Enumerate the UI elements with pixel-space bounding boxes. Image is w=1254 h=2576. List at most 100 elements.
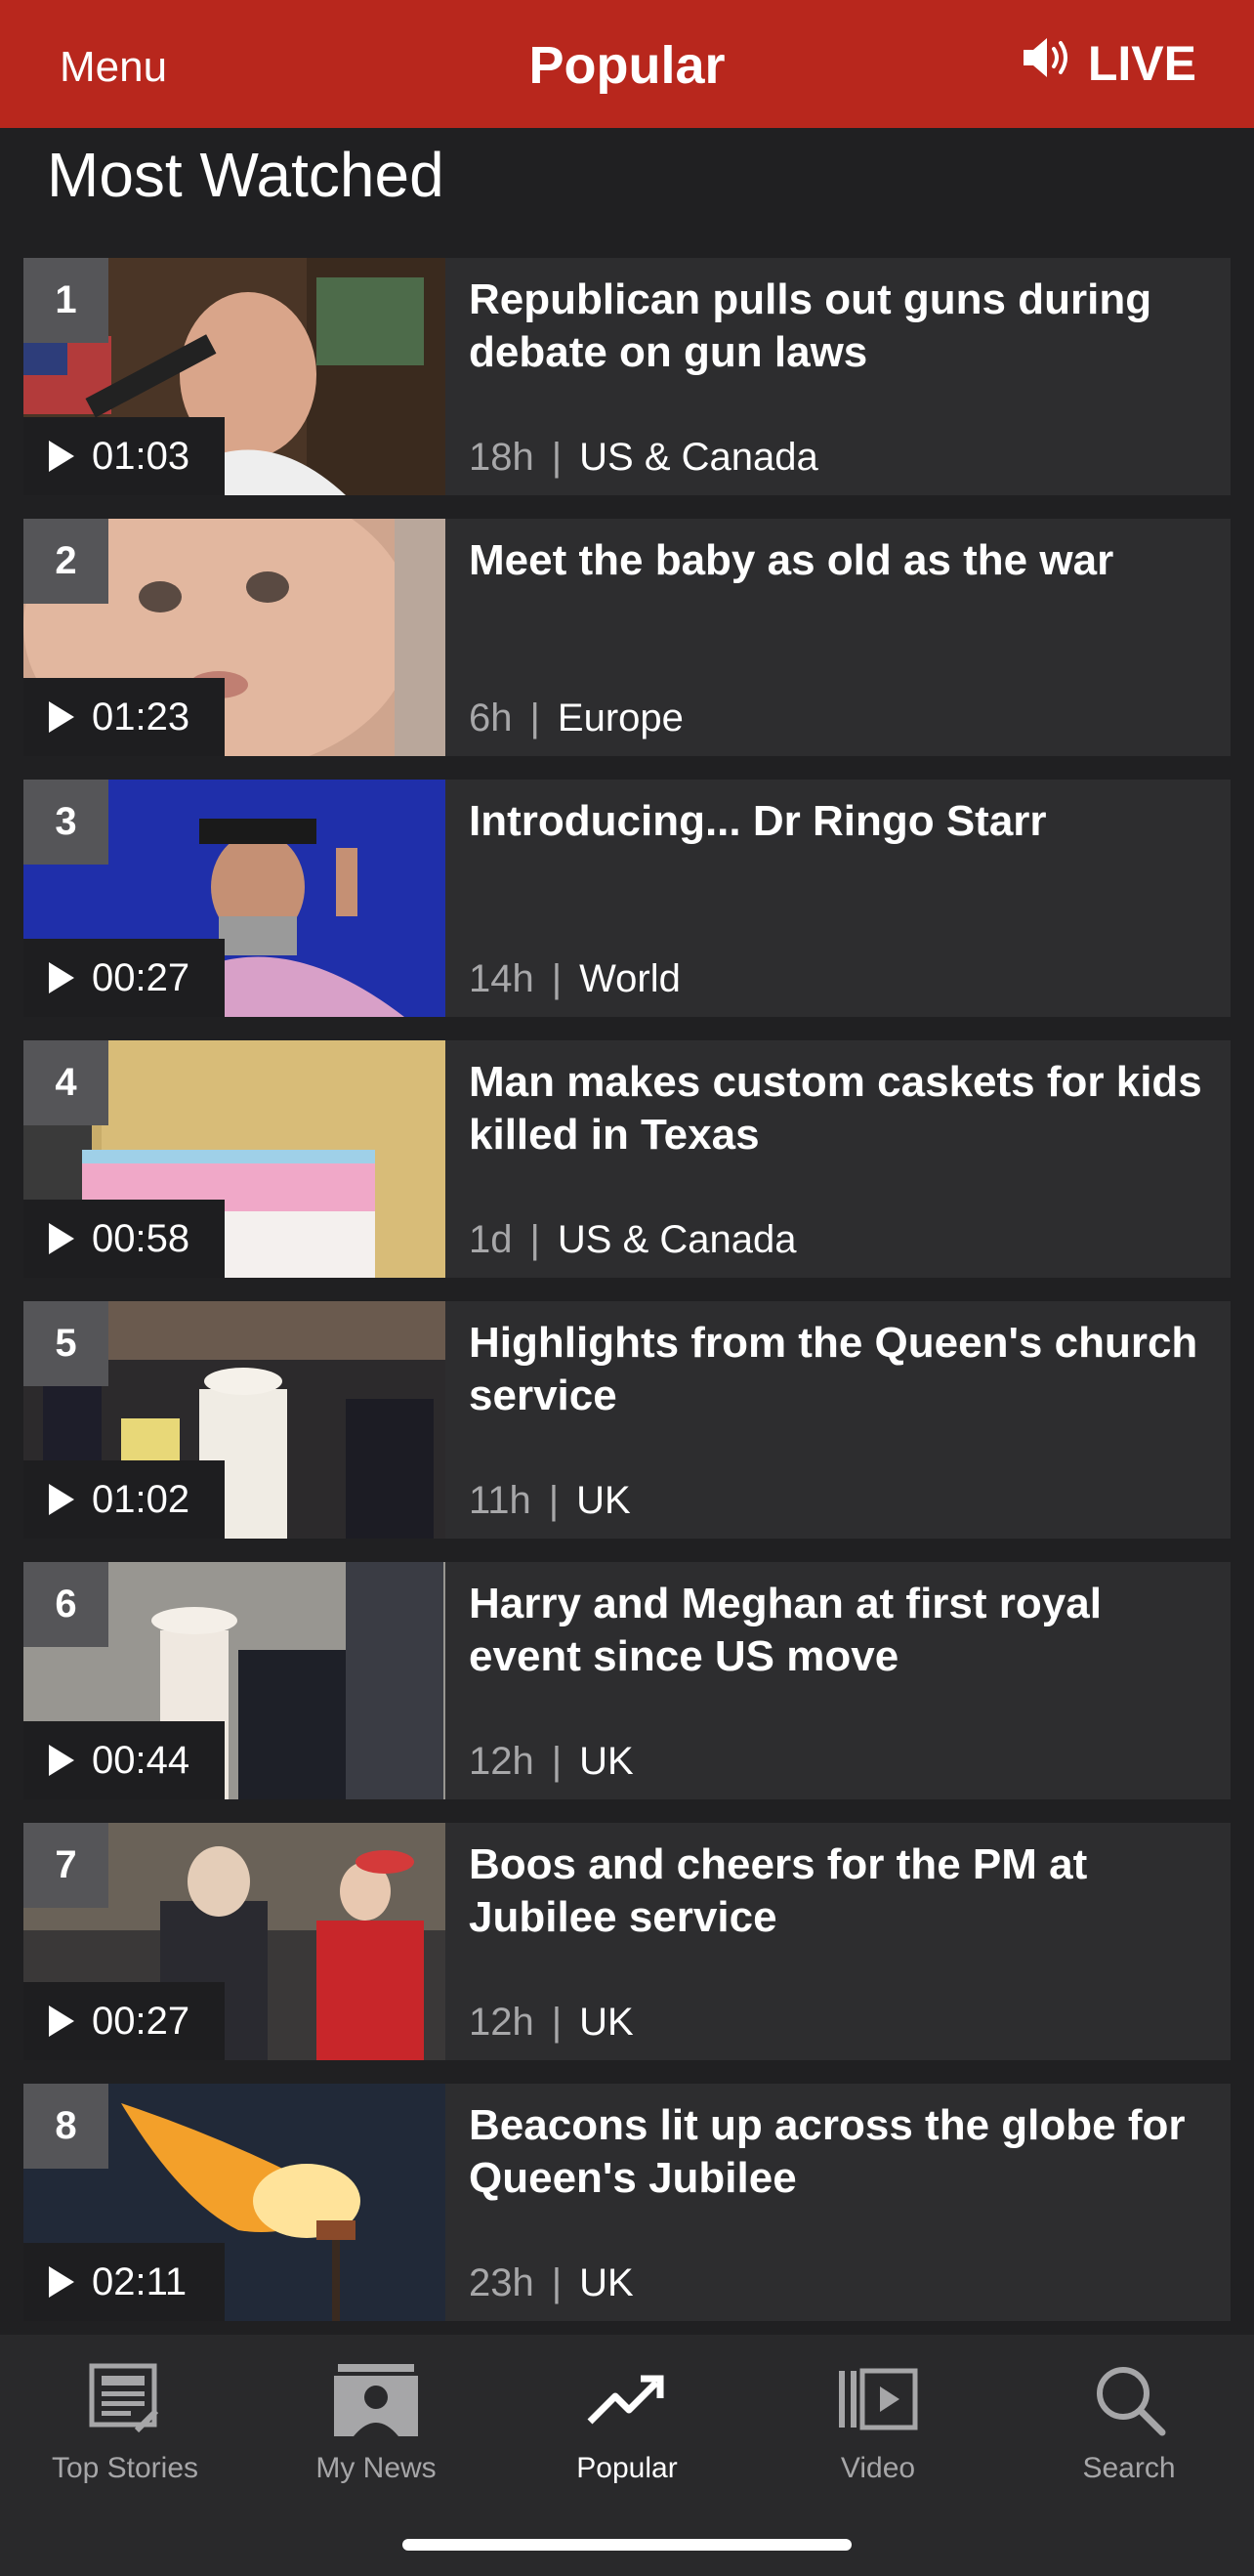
my-news-icon [251, 2354, 501, 2444]
duration-text: 01:03 [92, 434, 190, 478]
duration-badge: 00:58 [23, 1200, 225, 1278]
duration-badge: 00:44 [23, 1721, 225, 1799]
tab-label: Search [1082, 2452, 1176, 2484]
tab-label: My News [315, 2452, 437, 2484]
search-icon [1004, 2354, 1254, 2444]
video-age: 18h [469, 436, 534, 479]
duration-badge: 01:03 [23, 417, 225, 495]
duration-text: 00:27 [92, 955, 190, 999]
video-headline[interactable]: Introducing... Dr Ringo Starr [469, 795, 1211, 848]
video-item[interactable]: 8 02:11 Beacons lit up across the globe … [23, 2084, 1231, 2321]
rank-badge: 5 [23, 1301, 108, 1386]
video-thumbnail[interactable]: 3 00:27 [23, 780, 445, 1017]
video-thumbnail[interactable]: 1 01:03 [23, 258, 445, 495]
video-category: Europe [557, 697, 684, 739]
meta-separator: | [551, 2261, 563, 2304]
video-age: 14h [469, 957, 534, 1000]
duration-badge: 01:02 [23, 1460, 225, 1539]
video-age: 12h [469, 2001, 534, 2044]
video-item[interactable]: 7 00:27 Boos and cheers for the PM at Ju… [23, 1823, 1231, 2060]
rank-badge: 8 [23, 2084, 108, 2169]
video-meta: 6h | Europe [469, 697, 684, 740]
video-age: 12h [469, 1740, 534, 1783]
duration-text: 00:44 [92, 1738, 190, 1782]
video-headline[interactable]: Highlights from the Queen's church servi… [469, 1317, 1211, 1422]
video-headline[interactable]: Meet the baby as old as the war [469, 534, 1211, 587]
duration-text: 00:27 [92, 1999, 190, 2043]
play-icon [49, 701, 74, 733]
video-headline[interactable]: Harry and Meghan at first royal event si… [469, 1578, 1211, 1683]
video-icon [753, 2354, 1003, 2444]
rank-badge: 1 [23, 258, 108, 343]
meta-separator: | [551, 1740, 563, 1783]
play-icon [49, 1745, 74, 1776]
video-age: 11h [469, 1479, 531, 1522]
video-headline[interactable]: Beacons lit up across the globe for Quee… [469, 2099, 1211, 2205]
tab-label: Popular [576, 2452, 678, 2484]
top-bar: Menu Popular LIVE [0, 0, 1254, 128]
newspaper-icon [0, 2354, 250, 2444]
video-meta: 23h | UK [469, 2261, 634, 2305]
duration-badge: 02:11 [23, 2243, 225, 2321]
video-item[interactable]: 6 00:44 Harry and Meghan at first royal … [23, 1562, 1231, 1799]
video-thumbnail[interactable]: 4 00:58 [23, 1040, 445, 1278]
video-item[interactable]: 5 01:02 Highlights from the Queen's chur… [23, 1301, 1231, 1539]
tab-search[interactable]: Search [1004, 2354, 1254, 2485]
video-meta: 12h | UK [469, 2001, 634, 2045]
video-category: UK [579, 2261, 634, 2304]
tab-my-news[interactable]: My News [251, 2354, 501, 2485]
video-age: 1d [469, 1218, 513, 1261]
rank-badge: 6 [23, 1562, 108, 1647]
tab-popular[interactable]: Popular [502, 2354, 752, 2485]
video-category: World [579, 957, 681, 1000]
video-meta: 18h | US & Canada [469, 436, 818, 480]
home-indicator[interactable] [402, 2539, 852, 2551]
video-headline[interactable]: Man makes custom caskets for kids killed… [469, 1056, 1211, 1161]
video-age: 23h [469, 2261, 534, 2304]
play-icon [49, 962, 74, 993]
video-thumbnail[interactable]: 8 02:11 [23, 2084, 445, 2321]
meta-separator: | [529, 697, 540, 739]
video-item[interactable]: 3 00:27 Introducing... Dr Ringo Starr 14… [23, 780, 1231, 1017]
tab-label: Video [840, 2452, 916, 2484]
play-icon [49, 2006, 74, 2037]
video-item[interactable]: 1 01:03 Republican pulls out guns during… [23, 258, 1231, 495]
meta-separator: | [529, 1218, 540, 1261]
duration-text: 01:02 [92, 1477, 190, 1521]
video-item[interactable]: 4 00:58 Man makes custom caskets for kid… [23, 1040, 1231, 1278]
video-thumbnail[interactable]: 6 00:44 [23, 1562, 445, 1799]
live-label: LIVE [1087, 36, 1196, 91]
video-meta: 1d | US & Canada [469, 1218, 796, 1262]
video-headline[interactable]: Boos and cheers for the PM at Jubilee se… [469, 1838, 1211, 1944]
rank-badge: 4 [23, 1040, 108, 1125]
rank-badge: 2 [23, 519, 108, 604]
tab-top-stories[interactable]: Top Stories [0, 2354, 250, 2485]
play-icon [49, 441, 74, 472]
duration-badge: 01:23 [23, 678, 225, 756]
duration-text: 02:11 [92, 2259, 188, 2303]
video-thumbnail[interactable]: 7 00:27 [23, 1823, 445, 2060]
video-category: US & Canada [579, 436, 818, 479]
video-thumbnail[interactable]: 5 01:02 [23, 1301, 445, 1539]
video-thumbnail[interactable]: 2 01:23 [23, 519, 445, 756]
video-category: UK [579, 1740, 634, 1783]
video-meta: 12h | UK [469, 1740, 634, 1784]
section-heading: Most Watched [47, 140, 444, 210]
tab-label: Top Stories [51, 2452, 199, 2484]
video-category: UK [579, 2001, 634, 2044]
video-meta: 14h | World [469, 957, 681, 1001]
video-category: UK [576, 1479, 631, 1522]
video-category: US & Canada [557, 1218, 797, 1261]
play-icon [49, 1484, 74, 1515]
play-icon [49, 2266, 74, 2298]
play-icon [49, 1223, 74, 1254]
duration-badge: 00:27 [23, 939, 225, 1017]
video-headline[interactable]: Republican pulls out guns during debate … [469, 274, 1211, 379]
video-item[interactable]: 2 01:23 Meet the baby as old as the war … [23, 519, 1231, 756]
tab-video[interactable]: Video [753, 2354, 1003, 2485]
live-button[interactable]: LIVE [1022, 35, 1196, 92]
rank-badge: 3 [23, 780, 108, 865]
rank-badge: 7 [23, 1823, 108, 1908]
duration-text: 00:58 [92, 1216, 190, 1260]
trending-icon [502, 2354, 752, 2444]
